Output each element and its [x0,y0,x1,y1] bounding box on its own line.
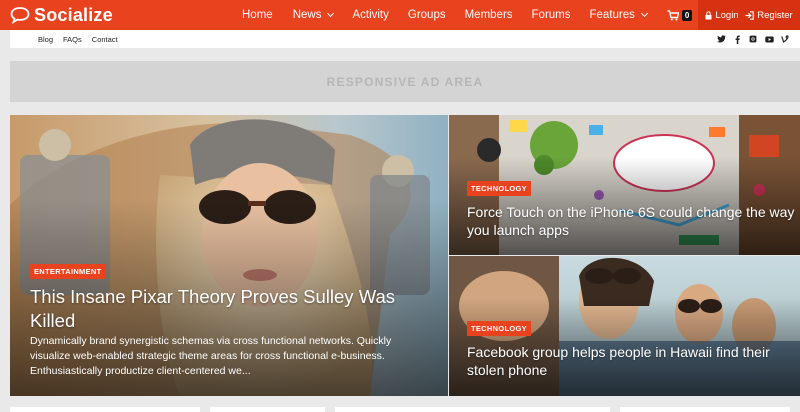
register-link[interactable]: Register [745,9,793,21]
post-title[interactable]: This Insane Pixar Theory Proves Sulley W… [30,285,430,333]
twitter-icon[interactable] [716,34,726,44]
cart-button[interactable]: 0 [667,0,693,30]
sign-in-icon [745,10,755,20]
nav-activity-label: Activity [352,9,389,21]
youtube-icon[interactable] [764,34,774,44]
login-label: Login [715,9,739,21]
featured-post-main[interactable]: ENTERTAINMENT This Insane Pixar Theory P… [10,115,448,396]
vine-icon[interactable] [780,34,790,44]
facebook-icon[interactable] [732,34,742,44]
main-nav: Home News Activity Groups Members Forums… [230,0,725,30]
chevron-down-icon [327,9,335,18]
register-label: Register [757,9,793,21]
nav-news[interactable]: News [292,0,335,30]
speech-bubble-icon [10,7,30,24]
cart-count-badge: 0 [681,9,693,21]
cart-icon [667,9,679,20]
post-title[interactable]: Facebook group helps people in Hawaii fi… [467,343,797,379]
card-edge [10,407,200,412]
secondary-bar: Blog FAQs Contact [10,30,800,48]
lock-icon [705,10,712,19]
blog-link[interactable]: Blog [38,35,53,44]
nav-members-label: Members [464,9,513,21]
nav-groups[interactable]: Groups [408,0,446,30]
nav-features-label: Features [589,9,635,21]
site-logo[interactable]: Socialize [0,5,230,26]
post-title[interactable]: Force Touch on the iPhone 6S could chang… [467,203,797,239]
site-name: Socialize [34,4,113,25]
responsive-ad-area[interactable]: RESPONSIVE AD AREA [10,61,800,102]
nav-groups-label: Groups [407,9,446,21]
faqs-link[interactable]: FAQs [63,35,82,44]
card-edge [620,407,790,412]
nav-features[interactable]: Features [589,0,648,30]
top-navbar: Socialize Home News Activity Groups Memb… [0,0,800,30]
nav-forums-label: Forums [531,9,571,21]
auth-links: Login Register [698,0,800,30]
nav-forums[interactable]: Forums [532,0,571,30]
ad-label: RESPONSIVE AD AREA [326,74,484,89]
nav-home-label: Home [242,9,273,21]
featured-post-top-right[interactable]: TECHNOLOGY Force Touch on the iPhone 6S … [449,115,800,255]
category-badge[interactable]: ENTERTAINMENT [30,264,106,279]
instagram-icon[interactable] [748,34,758,44]
secondary-nav: Blog FAQs Contact [10,35,128,44]
card-edge [335,407,610,412]
social-links [710,30,790,48]
post-excerpt: Dynamically brand synergistic schemas vi… [30,335,392,377]
content-cards-edge [10,407,800,412]
login-link[interactable]: Login [705,9,739,21]
nav-activity[interactable]: Activity [352,0,388,30]
contact-link[interactable]: Contact [92,35,118,44]
category-badge[interactable]: TECHNOLOGY [467,321,531,336]
category-badge[interactable]: TECHNOLOGY [467,181,531,196]
nav-members[interactable]: Members [465,0,513,30]
featured-post-bottom-right[interactable]: TECHNOLOGY Facebook group helps people i… [449,256,800,396]
card-edge [210,407,325,412]
nav-news-label: News [292,9,322,21]
nav-home[interactable]: Home [242,0,273,30]
chevron-down-icon [640,9,648,18]
